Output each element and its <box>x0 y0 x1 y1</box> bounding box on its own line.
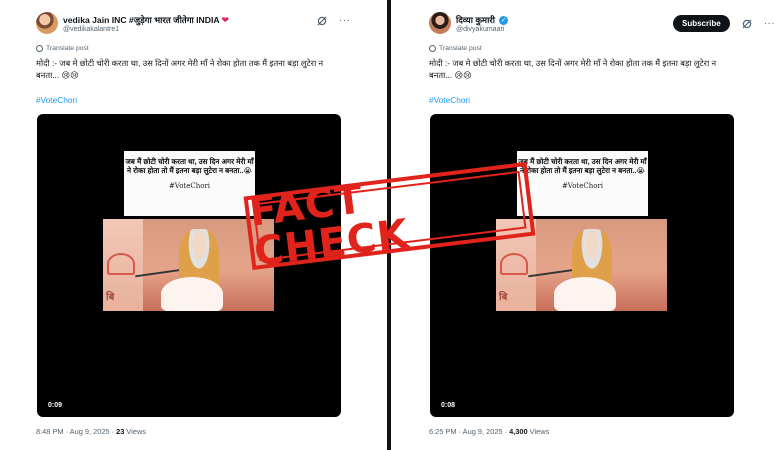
header-actions: ··· <box>317 15 351 26</box>
views-label: Views <box>124 427 146 436</box>
views-count: 4,300 <box>509 427 528 436</box>
video-caption: जब मैं छोटी चोरी करता था, उस दिन अगर मेर… <box>518 157 647 176</box>
heart-icon: ❤ <box>221 14 230 25</box>
more-icon[interactable]: ··· <box>339 15 351 26</box>
subscribe-button[interactable]: Subscribe <box>673 15 730 32</box>
tweet-text: मोदी :- जब मे छोटी चोरी करता था, उस दिनो… <box>36 58 324 81</box>
globe-icon <box>36 45 43 52</box>
verified-badge-icon: ✓ <box>499 15 509 25</box>
lotus-podium <box>161 277 223 311</box>
handle[interactable]: @vedikakalantre1 <box>63 26 119 33</box>
hashtag-link[interactable]: #VoteChori <box>429 95 470 105</box>
translate-post[interactable]: Translate post <box>36 45 89 52</box>
translate-label[interactable]: Translate post <box>46 45 89 52</box>
video-duration: 0:08 <box>441 402 456 409</box>
avatar[interactable] <box>429 12 451 34</box>
handle[interactable]: @divyakumaari <box>456 26 504 33</box>
grok-icon[interactable] <box>742 19 752 29</box>
display-name[interactable]: दिव्या कुमारी <box>456 14 495 26</box>
hashtag-link[interactable]: #VoteChori <box>36 95 77 105</box>
video-hashtag: #VoteChori <box>561 181 604 190</box>
translate-label[interactable]: Translate post <box>439 45 482 52</box>
lotus-emblem <box>107 253 135 275</box>
video-caption-card: जब मैं छोटी चोरी करता था, उस दिन अगर मेर… <box>124 151 255 216</box>
display-name-line[interactable]: vedika Jain INC #जुड़ेगा भारत जीतेगा IND… <box>63 14 229 26</box>
post-header: vedika Jain INC #जुड़ेगा भारत जीतेगा IND… <box>36 11 376 39</box>
display-name-line[interactable]: दिव्या कुमारी ✓ <box>456 14 509 26</box>
banner-text: बि <box>106 292 115 303</box>
translate-post[interactable]: Translate post <box>429 45 482 52</box>
post-time[interactable]: 8:48 PM · Aug 9, 2025 · <box>36 427 116 436</box>
post-meta: 8:48 PM · Aug 9, 2025 · 23 Views <box>36 427 146 436</box>
header-actions: Subscribe ··· <box>673 15 775 32</box>
grok-icon[interactable] <box>317 16 327 26</box>
views-label: Views <box>527 427 550 436</box>
post-header: दिव्या कुमारी ✓ @divyakumaari Subscribe … <box>429 11 775 39</box>
video-hashtag: #VoteChori <box>168 181 211 190</box>
more-icon[interactable]: ··· <box>764 18 776 29</box>
post-time[interactable]: 6:25 PM · Aug 9, 2025 · <box>429 427 509 436</box>
lotus-emblem <box>500 253 528 275</box>
video-caption-card: जब मैं छोटी चोरी करता था, उस दिन अगर मेर… <box>517 151 648 216</box>
video-duration: 0:09 <box>48 402 63 409</box>
post-meta: 6:25 PM · Aug 9, 2025 · 4,300 Views <box>429 427 549 436</box>
banner-text: बि <box>499 292 508 303</box>
lotus-podium <box>554 277 616 311</box>
tweet-text: मोदी :- जब मे छोटी चोरी करता था, उस दिनो… <box>429 58 717 81</box>
video-caption: जब मैं छोटी चोरी करता था, उस दिन अगर मेर… <box>125 157 254 176</box>
avatar[interactable] <box>36 12 58 34</box>
display-name[interactable]: vedika Jain INC #जुड़ेगा भारत जीतेगा IND… <box>63 14 220 26</box>
video-player[interactable]: जब मैं छोटी चोरी करता था, उस दिन अगर मेर… <box>430 114 734 417</box>
globe-icon <box>429 45 436 52</box>
